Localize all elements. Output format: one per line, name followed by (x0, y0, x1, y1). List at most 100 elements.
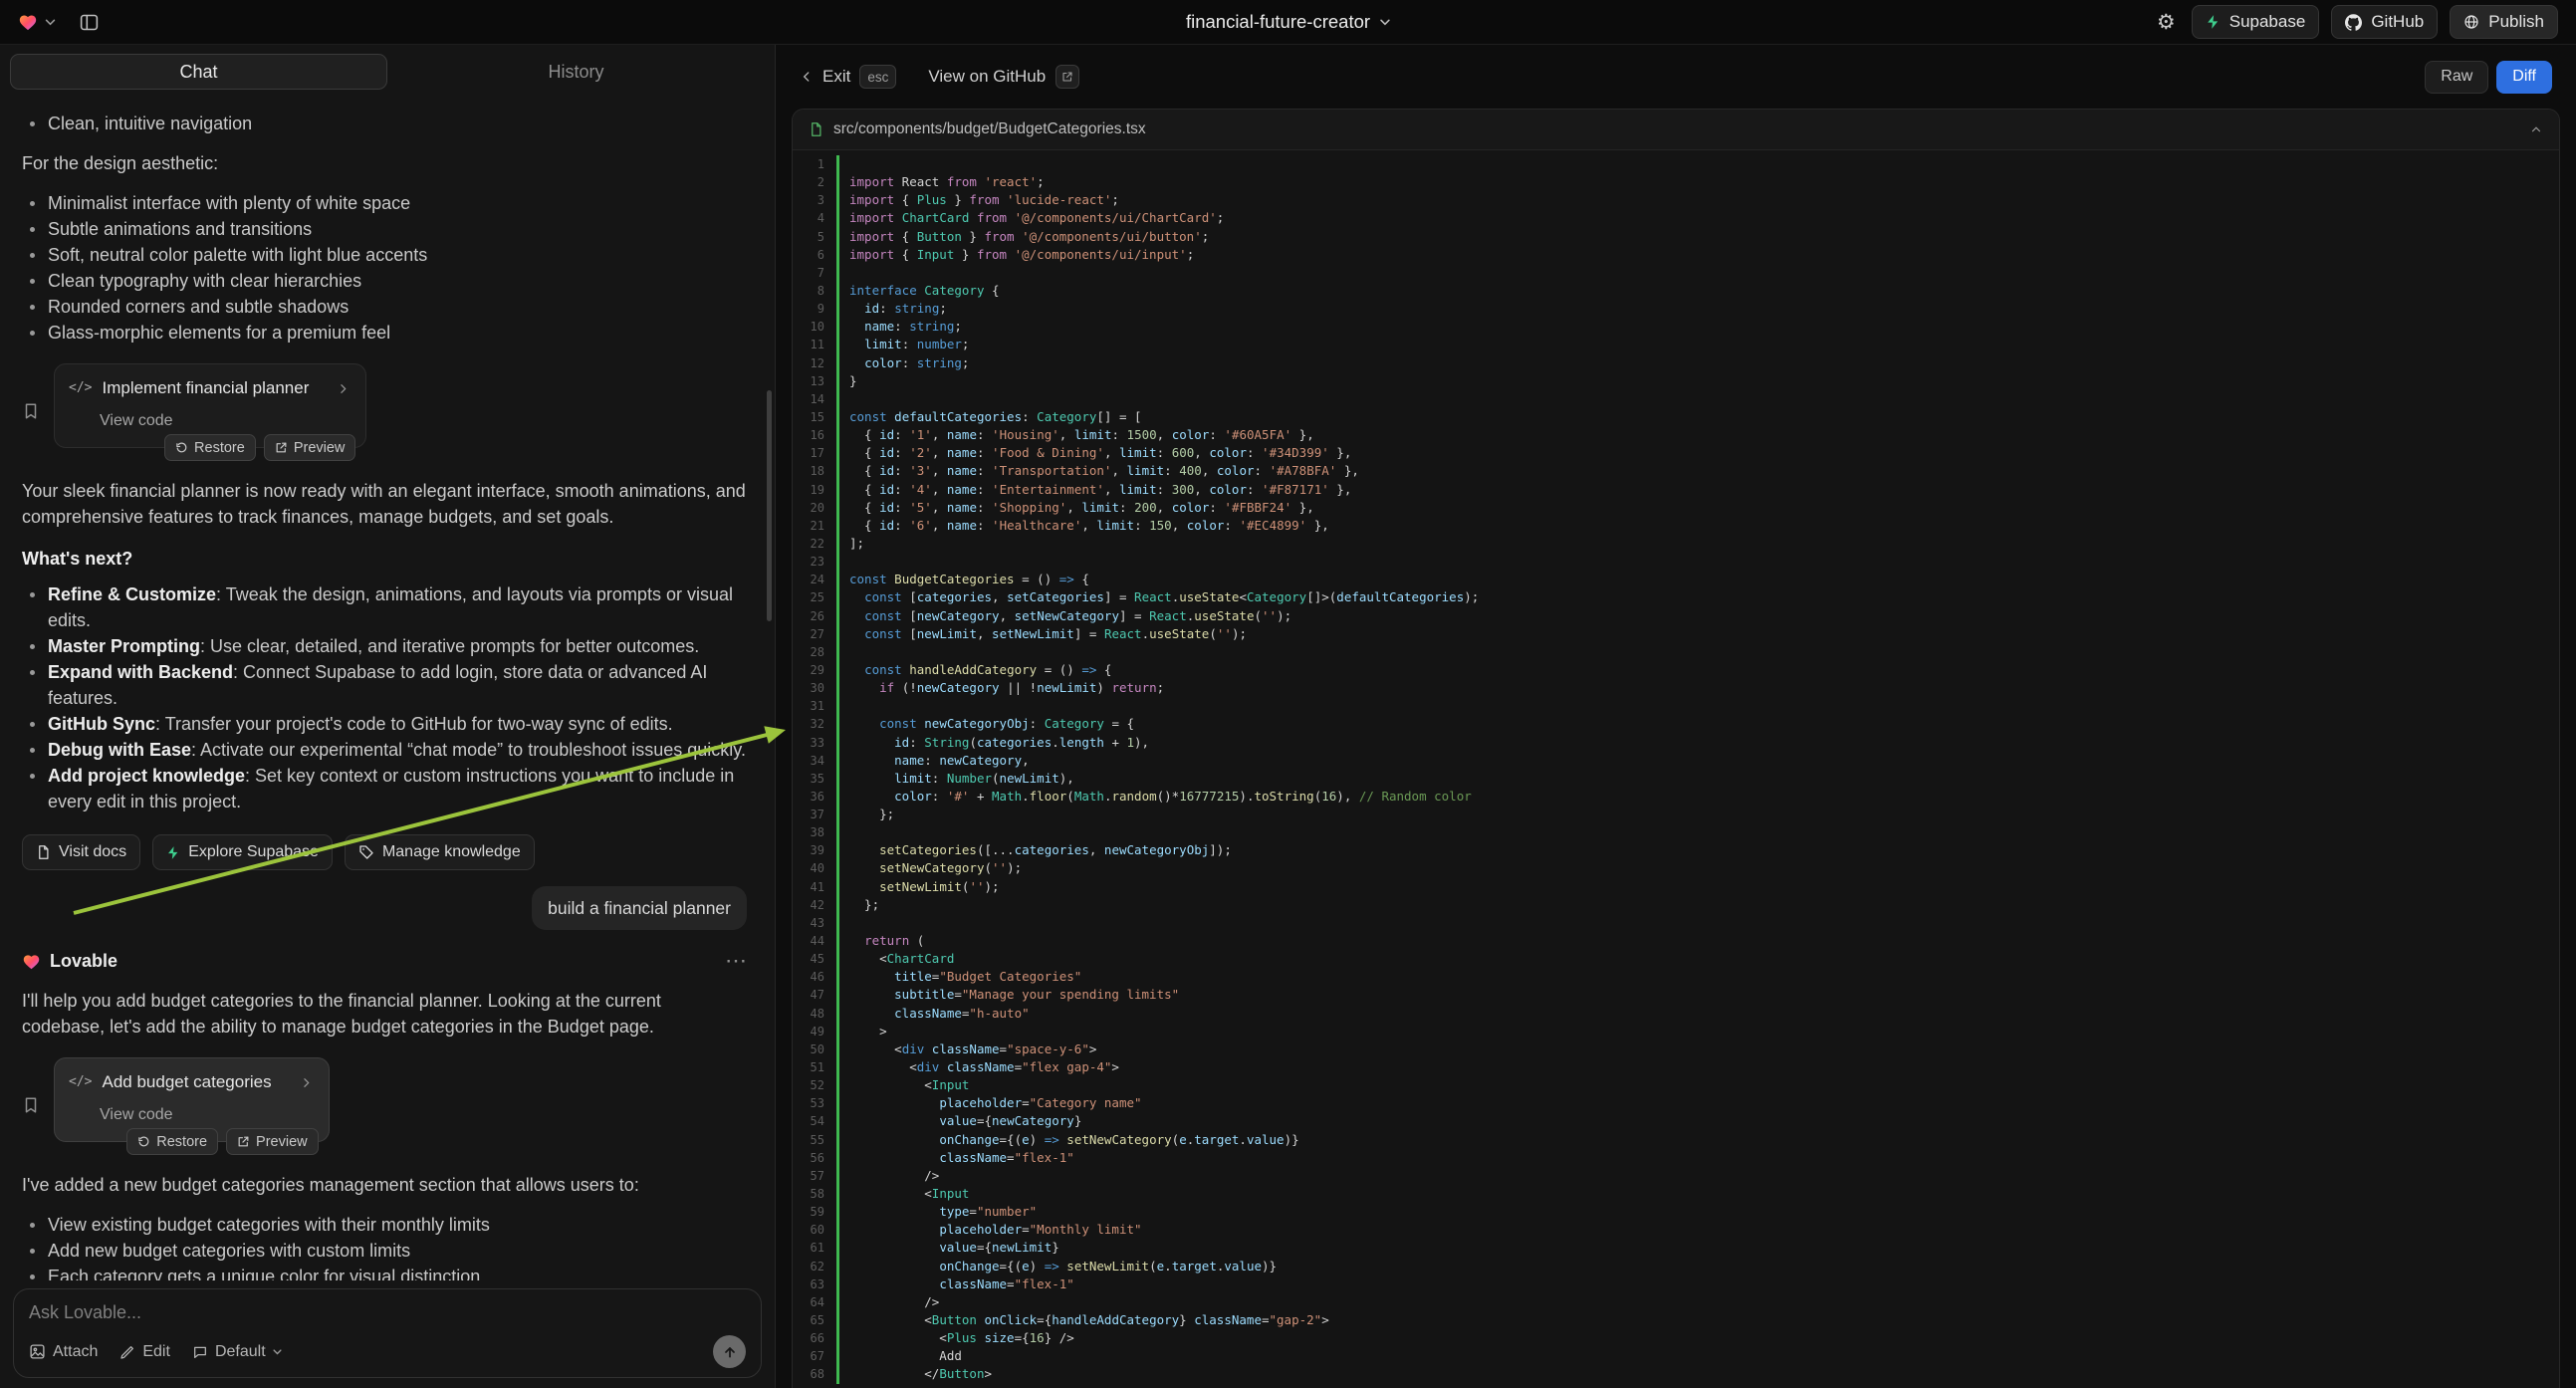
restore-button[interactable]: Restore (126, 1128, 218, 1155)
tab-history[interactable]: History (387, 54, 765, 90)
bullet-dot (30, 305, 35, 310)
code-line: 7 (793, 264, 2559, 282)
line-number: 14 (793, 390, 836, 408)
bullet-rest: : Activate our experimental “chat mode” … (191, 740, 746, 760)
line-text: /> (849, 1167, 939, 1185)
diff-added-bar (836, 1239, 839, 1257)
bullet-item: Rounded corners and subtle shadows (30, 294, 747, 320)
tool-card-header[interactable]: </>Implement financial planner (69, 375, 350, 401)
line-number: 61 (793, 1239, 836, 1257)
sidebar-toggle-icon[interactable] (79, 12, 100, 33)
line-text: const BudgetCategories = () => { (849, 571, 1089, 588)
code-line: 52 <Input (793, 1076, 2559, 1094)
line-text: <div className="flex gap-4"> (849, 1058, 1119, 1076)
github-button[interactable]: GitHub (2331, 5, 2438, 39)
line-text: Add (849, 1347, 962, 1365)
line-text: limit: number; (849, 336, 969, 353)
code-line: 59 type="number" (793, 1203, 2559, 1221)
chevron-down-icon[interactable] (45, 19, 56, 26)
preview-button[interactable]: Preview (226, 1128, 319, 1155)
diff-added-bar (836, 859, 839, 877)
line-text: import { Input } from '@/components/ui/i… (849, 246, 1194, 264)
view-on-github-button[interactable]: View on GitHub (928, 65, 1079, 89)
edit-button[interactable]: Edit (119, 1343, 170, 1361)
line-number: 65 (793, 1311, 836, 1329)
preview-button[interactable]: Preview (264, 434, 356, 461)
send-button[interactable] (713, 1335, 746, 1368)
mode-select[interactable]: Default (192, 1343, 282, 1361)
line-text: interface Category { (849, 282, 1000, 300)
visit-docs-button[interactable]: Visit docs (22, 834, 140, 870)
file-header[interactable]: src/components/budget/BudgetCategories.t… (793, 110, 2559, 150)
line-number: 2 (793, 173, 836, 191)
message-menu-button[interactable]: ⋯ (725, 950, 747, 972)
line-number: 17 (793, 444, 836, 462)
code-line: 36 color: '#' + Math.floor(Math.random()… (793, 788, 2559, 806)
line-number: 19 (793, 481, 836, 499)
raw-button[interactable]: Raw (2425, 61, 2488, 94)
attach-button[interactable]: Attach (29, 1343, 98, 1361)
restore-button[interactable]: Restore (164, 434, 256, 461)
line-number: 22 (793, 535, 836, 553)
view-code-link[interactable]: View code (100, 408, 350, 434)
exit-button[interactable]: Exit esc (800, 65, 896, 89)
code-editor[interactable]: 12import React from 'react';3import { Pl… (793, 150, 2559, 1388)
diff-added-bar (836, 1076, 839, 1094)
diff-added-bar (836, 1293, 839, 1311)
chat-scrollbar[interactable] (767, 390, 772, 621)
tool-card[interactable]: </>Implement financial plannerView codeR… (54, 363, 366, 448)
code-line: 17 { id: '2', name: 'Food & Dining', lim… (793, 444, 2559, 462)
line-number: 40 (793, 859, 836, 877)
line-number: 60 (793, 1221, 836, 1239)
line-text: const [newCategory, setNewCategory] = Re… (849, 607, 1291, 625)
github-label: GitHub (2371, 12, 2424, 32)
line-number: 26 (793, 607, 836, 625)
line-text: name: newCategory, (849, 752, 1030, 770)
code-line: 68 </Button> (793, 1365, 2559, 1383)
bullet-item: Soft, neutral color palette with light b… (30, 242, 747, 268)
line-text: <ChartCard (849, 950, 954, 968)
tool-card-title: Add budget categories (102, 1069, 271, 1095)
tool-card[interactable]: </>Add budget categoriesView codeRestore… (54, 1057, 330, 1142)
bullet-dot (30, 1274, 35, 1279)
line-text: color: '#' + Math.floor(Math.random()*16… (849, 788, 1472, 806)
line-text: { id: '2', name: 'Food & Dining', limit:… (849, 444, 1351, 462)
line-number: 3 (793, 191, 836, 209)
line-text: onChange={(e) => setNewCategory(e.target… (849, 1131, 1299, 1149)
restore-icon (175, 441, 188, 454)
line-text: <Input (849, 1185, 969, 1203)
code-line: 56 className="flex-1" (793, 1149, 2559, 1167)
bullet-dot (30, 774, 35, 779)
bullet-dot (30, 253, 35, 258)
bullet-dot (30, 748, 35, 753)
line-text: { id: '6', name: 'Healthcare', limit: 15… (849, 517, 1329, 535)
code-line: 43 (793, 914, 2559, 932)
line-number: 43 (793, 914, 836, 932)
diff-added-bar (836, 444, 839, 462)
code-line: 3import { Plus } from 'lucide-react'; (793, 191, 2559, 209)
code-file-card: src/components/budget/BudgetCategories.t… (792, 109, 2560, 1388)
collapse-chevron-up-icon[interactable] (2529, 122, 2543, 136)
line-text: className="h-auto" (849, 1005, 1030, 1023)
line-number: 6 (793, 246, 836, 264)
chat-input[interactable]: Ask Lovable... (29, 1302, 746, 1323)
tool-card-header[interactable]: </>Add budget categories (69, 1069, 313, 1095)
diff-button[interactable]: Diff (2496, 61, 2552, 94)
manage-knowledge-button[interactable]: Manage knowledge (345, 834, 535, 870)
view-code-link[interactable]: View code (100, 1102, 313, 1128)
line-text: limit: Number(newLimit), (849, 770, 1074, 788)
settings-gear-icon[interactable]: ⚙ (2157, 12, 2176, 33)
line-number: 8 (793, 282, 836, 300)
code-line: 21 { id: '6', name: 'Healthcare', limit:… (793, 517, 2559, 535)
lovable-heart-logo[interactable] (18, 13, 38, 31)
code-line: 20 { id: '5', name: 'Shopping', limit: 2… (793, 499, 2559, 517)
code-line: 42 }; (793, 896, 2559, 914)
code-line: 39 setCategories([...categories, newCate… (793, 841, 2559, 859)
explore-supabase-button[interactable]: Explore Supabase (152, 834, 333, 870)
supabase-icon (166, 845, 180, 860)
composer-toolbar: Attach Edit Default (29, 1335, 746, 1368)
tab-chat[interactable]: Chat (10, 54, 387, 90)
publish-button[interactable]: Publish (2450, 5, 2558, 39)
project-switcher[interactable]: financial-future-creator (1186, 11, 1390, 33)
supabase-button[interactable]: Supabase (2192, 5, 2320, 39)
